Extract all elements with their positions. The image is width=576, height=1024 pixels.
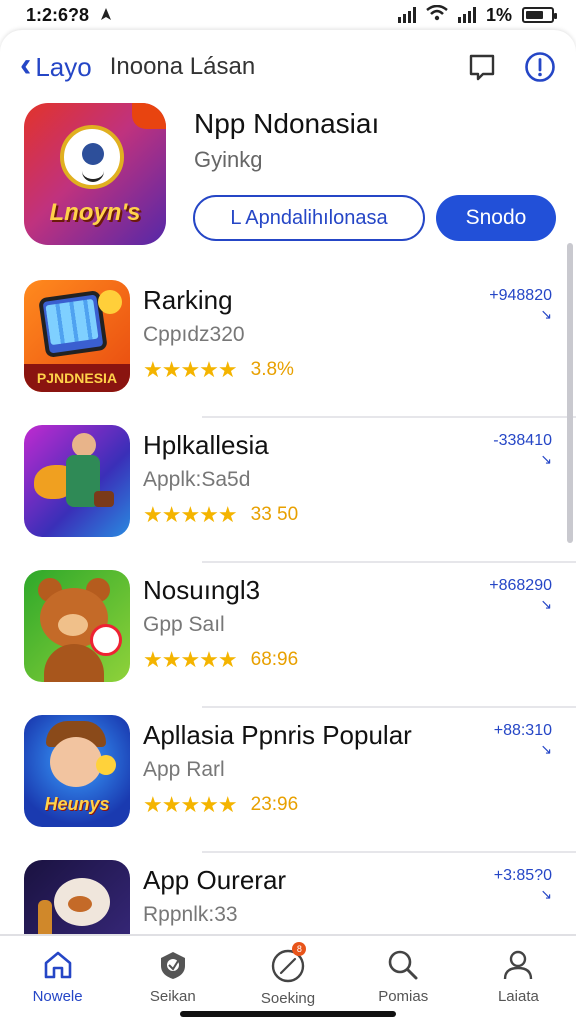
app-name: Hplkallesia	[143, 430, 269, 460]
app-meta: -338410 ↘	[493, 432, 552, 468]
star-rating-icon: ★★★★★	[143, 792, 238, 817]
featured-app-icon[interactable]: Lnoyn's	[24, 103, 166, 245]
home-icon	[44, 951, 71, 979]
app-rating: ★★★★★ 23:96	[143, 792, 298, 818]
rating-value: 23:96	[250, 794, 299, 815]
chevron-down-icon: ↘	[540, 451, 552, 467]
scrollbar[interactable]	[567, 243, 573, 543]
status-time: 1:2:6?8	[26, 4, 90, 25]
app-subtitle: App Rarl	[143, 758, 225, 781]
app-rating: ★★★★★ 3.8%	[143, 357, 294, 383]
back-label: Layo	[35, 51, 92, 82]
app-store-sheet: ‹ Layo Inoona Lásan Lnoyn's Npp Ndonasia…	[0, 30, 576, 1024]
app-icon: PJNDNESIA	[24, 280, 130, 392]
app-meta: +868290 ↘	[489, 577, 552, 613]
featured-app: Lnoyn's Npp Ndonasiaı Gyinkg L Apndalihı…	[24, 103, 564, 248]
tab-label: Seikan	[149, 988, 196, 1005]
nav-bar: ‹ Layo Inoona Lásan	[0, 30, 576, 104]
location-icon	[99, 5, 113, 26]
app-rating: ★★★★★ 68:96	[143, 647, 298, 673]
battery-percent: 1%	[485, 4, 512, 25]
tab-profile[interactable]: Laiata	[461, 936, 576, 1024]
chevron-left-icon: ‹	[20, 46, 32, 84]
app-meta: +3:85?0 ↘	[494, 867, 552, 903]
app-icon	[24, 570, 130, 682]
tab-label: Soeking	[260, 990, 316, 1007]
app-subtitle: Cppıdz320	[143, 323, 245, 346]
app-name: Nosuıngl3	[143, 575, 261, 605]
rating-value: 33 50	[250, 504, 299, 525]
nav-actions	[466, 51, 556, 83]
download-count: +948820	[489, 287, 552, 304]
download-count: -338410	[493, 432, 552, 449]
app-subtitle: Applk:Sa5d	[143, 468, 251, 491]
rating-value: 68:96	[250, 649, 299, 670]
chevron-down-icon: ↘	[540, 596, 552, 612]
secondary-action-button[interactable]: L Apndalihılonasa	[193, 195, 425, 241]
app-icon-text: PJNDNESIA	[36, 370, 118, 386]
search-icon	[388, 950, 418, 980]
home-indicator[interactable]	[180, 1011, 396, 1017]
tab-label: Laiata	[497, 988, 539, 1005]
message-icon[interactable]	[466, 51, 498, 83]
featured-app-subtitle: Gyinkg	[194, 147, 263, 172]
signal-icon-secondary	[457, 7, 476, 23]
battery-icon	[522, 7, 557, 23]
download-count: +88:310	[493, 722, 552, 739]
app-name: App Ourerar	[143, 865, 287, 895]
app-meta: +948820 ↘	[489, 287, 552, 323]
badge-corner	[132, 103, 166, 129]
app-subtitle: Rppnlk:33	[143, 903, 238, 926]
mascot-face	[60, 125, 124, 189]
primary-action-button[interactable]: Snodo	[436, 195, 556, 241]
list-item[interactable]: PJNDNESIA Rarking Cppıdz320 ★★★★★ 3.8% +…	[0, 273, 576, 418]
app-name: Rarking	[143, 285, 233, 315]
app-icon-text: Heunys	[44, 794, 110, 814]
star-rating-icon: ★★★★★	[143, 357, 238, 382]
tab-home[interactable]: Nowele	[0, 936, 115, 1024]
list-item[interactable]: Nosuıngl3 Gpp Saıl ★★★★★ 68:96 +868290 ↘	[0, 563, 576, 708]
status-bar: 1:2:6?8 1%	[0, 0, 576, 30]
back-button[interactable]: ‹ Layo	[20, 48, 92, 83]
status-left: 1:2:6?8	[26, 5, 113, 26]
app-name: Apllasia Ppnris Popular	[143, 720, 412, 750]
featured-icon-text: Lnoyn's	[49, 199, 141, 226]
chevron-down-icon: ↘	[540, 741, 552, 757]
signal-icon	[397, 7, 416, 23]
user-icon	[504, 950, 533, 980]
star-rating-icon: ★★★★★	[143, 502, 238, 527]
download-count: +868290	[489, 577, 552, 594]
app-rating: ★★★★★ 33 50	[143, 502, 298, 528]
shield-icon	[160, 952, 185, 979]
rating-value: 3.8%	[250, 359, 294, 380]
chevron-down-icon: ↘	[540, 886, 552, 902]
app-meta: +88:310 ↘	[494, 722, 552, 758]
star-rating-icon: ★★★★★	[143, 647, 238, 672]
tab-label: Nowele	[32, 988, 83, 1005]
list-item[interactable]: Hplkallesia Applk:Sa5d ★★★★★ 33 50 -3384…	[0, 418, 576, 563]
info-icon[interactable]	[524, 51, 556, 83]
app-subtitle: Gpp Saıl	[143, 613, 225, 636]
wifi-icon	[426, 4, 448, 26]
download-count: +3:85?0	[493, 867, 552, 884]
featured-app-name: Npp Ndonasiaı	[194, 108, 380, 139]
chevron-down-icon: ↘	[540, 306, 552, 322]
app-icon: Heunys	[24, 715, 130, 827]
tab-label: Pomias	[378, 988, 429, 1005]
list-item[interactable]: Heunys Apllasia Ppnris Popular App Rarl …	[0, 708, 576, 853]
app-icon	[24, 425, 130, 537]
page-title: Inoona Lásan	[109, 53, 256, 80]
status-right: 1%	[397, 4, 557, 26]
app-list: PJNDNESIA Rarking Cppıdz320 ★★★★★ 3.8% +…	[0, 273, 576, 998]
